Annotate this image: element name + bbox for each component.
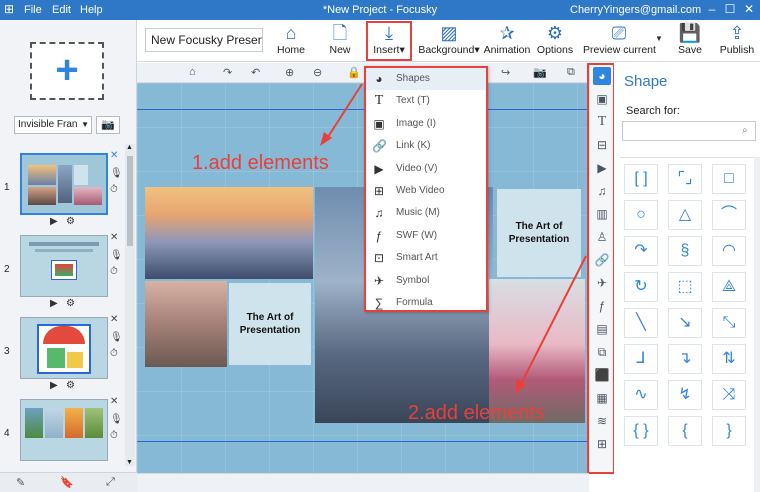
bracket-shape-icon[interactable]: [ ] xyxy=(624,164,658,194)
s-curve-double-arrow-shape-icon[interactable]: ⤨ xyxy=(712,380,746,410)
shape-panel-scrollbar[interactable] xyxy=(754,157,760,492)
search-label: Search for: xyxy=(626,105,680,117)
double-arrow-shape-icon[interactable]: ⤡ xyxy=(712,308,746,338)
annotation-label-2: 2.add elements xyxy=(408,402,545,424)
icon-strip-highlight xyxy=(587,63,615,474)
arrow-line-shape-icon[interactable]: ↘ xyxy=(668,308,702,338)
dashed-arc-shape-icon[interactable]: ◠ xyxy=(712,236,746,266)
arc-shape-icon[interactable]: ⌒ xyxy=(712,200,746,230)
dashed-square-shape-icon[interactable]: ⬚ xyxy=(668,272,702,302)
elbow-line-shape-icon[interactable]: ⅃ xyxy=(624,344,658,374)
triangle-shape-icon[interactable]: △ xyxy=(668,200,702,230)
curve-arrow-shape-icon[interactable]: ↷ xyxy=(624,236,658,266)
square-shape-icon[interactable]: □ xyxy=(712,164,746,194)
shape-grid: [ ] ⌜⌟ □ ○ △ ⌒ ↷ § ◠ ↻ ⬚ ⟁ ╲ ↘ ⤡ ⅃ ↴ ⇅ ∿… xyxy=(620,157,754,492)
panel-title: Shape xyxy=(624,73,668,90)
s-curve-shape-icon[interactable]: ∿ xyxy=(624,380,658,410)
search-icon[interactable]: ⌕ xyxy=(742,125,748,136)
right-brace-shape-icon[interactable]: } xyxy=(712,416,746,446)
line-shape-icon[interactable]: ╲ xyxy=(624,308,658,338)
arrow-line-1 xyxy=(325,83,363,141)
arrow-line-2 xyxy=(519,255,587,387)
brace-shape-icon[interactable]: { } xyxy=(624,416,658,446)
dashed-curve-shape-icon[interactable]: ↻ xyxy=(624,272,658,302)
dashed-triangle-shape-icon[interactable]: ⟁ xyxy=(712,272,746,302)
left-brace-shape-icon[interactable]: { xyxy=(668,416,702,446)
shape-panel: Shape Search for: ⌕ [ ] ⌜⌟ □ ○ △ ⌒ ↷ § ◠… xyxy=(614,63,760,492)
annotation-label-1: 1.add elements xyxy=(192,152,329,174)
s-curve-arrow-shape-icon[interactable]: ↯ xyxy=(668,380,702,410)
elbow-double-arrow-shape-icon[interactable]: ⇅ xyxy=(712,344,746,374)
arrow-head-2 xyxy=(516,379,526,394)
status-bar xyxy=(137,473,589,492)
shape-search-input[interactable] xyxy=(622,121,756,141)
circle-shape-icon[interactable]: ○ xyxy=(624,200,658,230)
elbow-arrow-shape-icon[interactable]: ↴ xyxy=(668,344,702,374)
corner-frame-shape-icon[interactable]: ⌜⌟ xyxy=(668,164,702,194)
spiral-shape-icon[interactable]: § xyxy=(668,236,702,266)
